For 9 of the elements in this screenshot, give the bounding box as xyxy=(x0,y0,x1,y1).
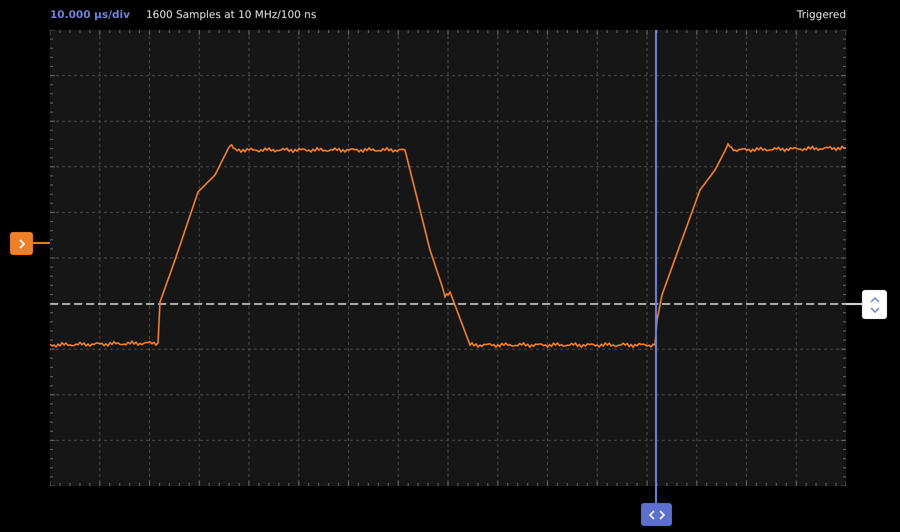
timebase-label: 10.000 µs/div xyxy=(50,9,130,21)
acquisition-info: 1600 Samples at 10 MHz/100 ns xyxy=(146,9,316,21)
trigger-marker[interactable] xyxy=(10,232,33,255)
chevron-right-icon xyxy=(18,238,26,248)
left-right-chevrons-icon xyxy=(648,510,666,520)
cursor-handle[interactable] xyxy=(641,503,672,526)
up-down-chevrons-icon xyxy=(868,294,880,314)
trigger-status: Triggered xyxy=(796,9,846,21)
level-marker[interactable] xyxy=(862,290,887,319)
